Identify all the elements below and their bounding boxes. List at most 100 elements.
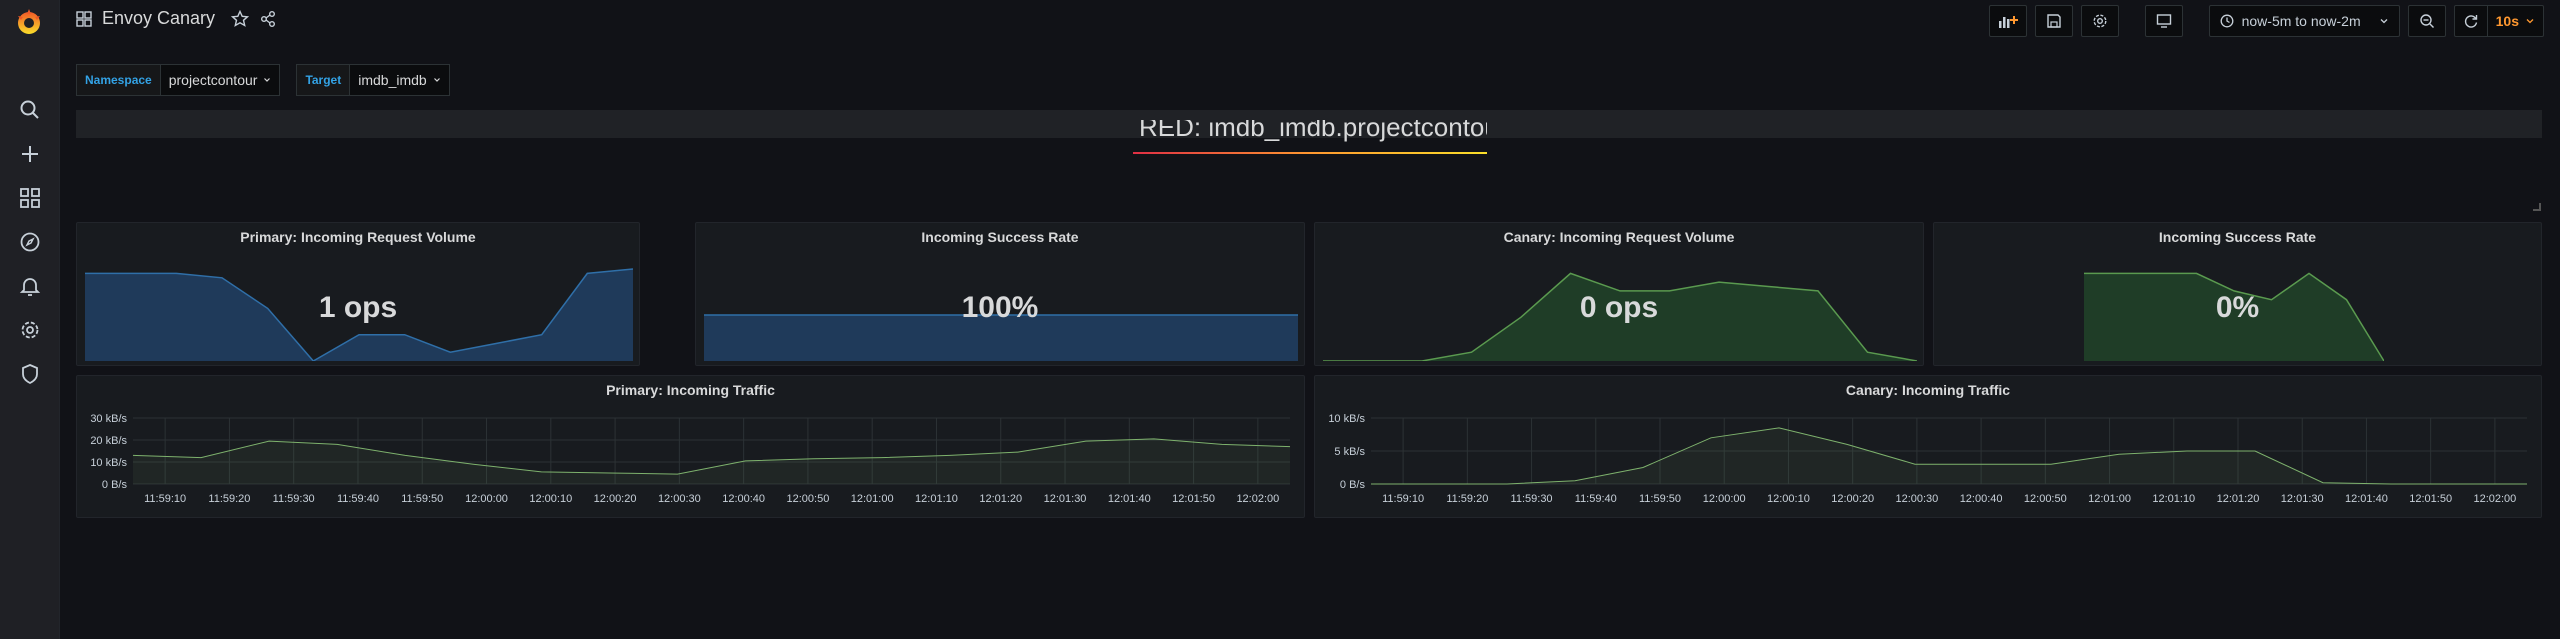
save-icon xyxy=(2046,14,2061,28)
variable-value-select[interactable]: imdb_imdb xyxy=(350,64,450,96)
y-tick-label: 5 kB/s xyxy=(1334,446,1365,458)
row-title-underline xyxy=(1133,152,1487,154)
y-tick-label: 0 B/s xyxy=(102,479,128,491)
x-tick-label: 11:59:50 xyxy=(1639,493,1681,505)
y-tick-label: 30 kB/s xyxy=(90,413,127,425)
refresh-button[interactable] xyxy=(2455,6,2487,36)
dashboard-title[interactable]: Envoy Canary xyxy=(102,8,215,29)
x-tick-label: 12:02:00 xyxy=(2473,493,2516,505)
nav-alerting[interactable] xyxy=(0,266,60,306)
x-tick-label: 12:00:00 xyxy=(465,493,508,505)
nav-explore[interactable] xyxy=(0,222,60,262)
stat-panel-primary-success[interactable]: Incoming Success Rate 100% xyxy=(695,222,1305,366)
share-icon[interactable] xyxy=(259,10,277,28)
stat-panel-canary-volume[interactable]: Canary: Incoming Request Volume 0 ops xyxy=(1314,222,1924,366)
variable-label: Namespace xyxy=(76,64,161,96)
y-tick-label: 10 kB/s xyxy=(1328,413,1365,425)
nav-create[interactable] xyxy=(0,134,60,174)
x-tick-label: 12:01:40 xyxy=(2345,493,2388,505)
x-tick-label: 12:00:00 xyxy=(1703,493,1746,505)
graph-panel-canary-traffic[interactable]: Canary: Incoming Traffic 0 B/s 5 kB/s 10 k… xyxy=(1314,375,2542,518)
series-area xyxy=(133,438,1290,484)
x-tick-label: 12:00:40 xyxy=(1960,493,2003,505)
variable-namespace[interactable]: Namespace projectcontour xyxy=(76,64,281,96)
bell-icon xyxy=(19,278,41,296)
tv-mode-button[interactable] xyxy=(2144,5,2183,37)
refresh-interval-select[interactable]: 10s xyxy=(2486,6,2543,36)
gear-icon xyxy=(21,321,39,339)
stat-panel-primary-volume[interactable]: Primary: Incoming Request Volume 1 ops xyxy=(76,222,640,366)
x-tick-label: 12:00:50 xyxy=(787,493,830,505)
star-icon[interactable] xyxy=(231,9,250,28)
nav-search[interactable] xyxy=(0,90,60,130)
x-tick-label: 12:01:30 xyxy=(2281,493,2324,505)
panel-title: Incoming Success Rate xyxy=(921,229,1079,245)
stat-value: 0% xyxy=(2215,291,2260,324)
x-tick-label: 12:00:30 xyxy=(658,493,701,505)
x-tick-label: 12:01:00 xyxy=(851,493,894,505)
stat-value: 0 ops xyxy=(1579,291,1659,324)
x-tick-label: 12:01:00 xyxy=(2088,493,2131,505)
add-panel-button[interactable] xyxy=(1988,5,2027,37)
refresh-interval-label: 10s xyxy=(2495,13,2519,29)
x-tick-label: 11:59:40 xyxy=(337,493,379,505)
x-tick-label: 12:01:20 xyxy=(2217,493,2260,505)
x-tick-label: 12:00:10 xyxy=(529,493,572,505)
y-tick-label: 20 kB/s xyxy=(90,435,127,447)
chevron-down-icon xyxy=(2526,19,2534,24)
top-navbar: Envoy Canary now-5m to now-2m 10s xyxy=(60,0,2560,44)
monitor-icon xyxy=(2156,14,2171,28)
x-tick-label: 12:00:40 xyxy=(722,493,765,505)
row-title: RED: imdb_imdb.projectcontour xyxy=(1133,120,1487,154)
y-tick-label: 0 B/s xyxy=(1340,479,1366,491)
nav-server-admin[interactable] xyxy=(0,354,60,394)
x-tick-label: 12:00:10 xyxy=(1767,493,1810,505)
x-tick-label: 11:59:10 xyxy=(1382,493,1424,505)
nav-dashboards[interactable] xyxy=(0,178,60,218)
panel-title: Incoming Success Rate xyxy=(2158,229,2317,245)
x-tick-label: 12:01:30 xyxy=(1044,493,1087,505)
nav-configuration[interactable] xyxy=(0,310,60,350)
shield-icon xyxy=(22,364,38,385)
x-tick-label: 11:59:30 xyxy=(273,493,315,505)
stat-value: 100% xyxy=(961,291,1039,324)
x-tick-label: 12:01:40 xyxy=(1108,493,1151,505)
grafana-logo[interactable] xyxy=(13,6,45,38)
x-tick-label: 11:59:40 xyxy=(1575,493,1617,505)
x-tick-label: 12:01:20 xyxy=(979,493,1022,505)
variable-value-select[interactable]: projectcontour xyxy=(160,64,281,96)
chevron-down-icon xyxy=(433,78,440,82)
variable-target[interactable]: Target imdb_imdb xyxy=(296,64,450,96)
zoom-out-button[interactable] xyxy=(2407,5,2446,37)
chevron-down-icon xyxy=(264,78,271,82)
x-tick-label: 12:01:10 xyxy=(915,493,958,505)
save-dashboard-button[interactable] xyxy=(2034,5,2073,37)
time-range-picker[interactable]: now-5m to now-2m xyxy=(2208,5,2400,37)
search-icon xyxy=(20,100,39,119)
time-range-label: now-5m to now-2m xyxy=(2241,13,2361,29)
graph-canary-traffic: 0 B/s 5 kB/s 10 kB/s 11:59:10 11:59:20 11:59:… xyxy=(1328,413,2528,505)
x-tick-label: 12:01:10 xyxy=(2152,493,2195,505)
clock-icon xyxy=(2220,14,2234,28)
series-area xyxy=(1371,427,2527,484)
dashboard-settings-button[interactable] xyxy=(2080,5,2119,37)
variable-value: imdb_imdb xyxy=(358,72,427,88)
chevron-down-icon xyxy=(2380,19,2388,24)
compass-icon xyxy=(20,232,40,252)
x-tick-label: 11:59:50 xyxy=(401,493,443,505)
graph-panel-primary-traffic[interactable]: Primary: Incoming Traffic 0 B/s 10 kB/s 20… xyxy=(76,375,1305,518)
x-tick-label: 12:00:20 xyxy=(594,493,637,505)
x-tick-label: 11:59:20 xyxy=(208,493,250,505)
gear-icon xyxy=(2093,14,2107,28)
stat-value: 1 ops xyxy=(318,291,398,324)
graph-primary-traffic: 0 B/s 10 kB/s 20 kB/s 30 kB/s 11:59:10 11:59:… xyxy=(90,413,1291,505)
sidebar xyxy=(0,0,60,639)
resize-handle[interactable] xyxy=(2533,203,2541,211)
x-tick-label: 11:59:10 xyxy=(144,493,186,505)
stat-panel-canary-success[interactable]: Incoming Success Rate 0% xyxy=(1933,222,2542,366)
refresh-picker[interactable]: 10s xyxy=(2453,5,2544,37)
add-panel-icon xyxy=(1998,16,2018,28)
zoom-out-icon xyxy=(2419,14,2434,28)
row-title-text: RED: imdb_imdb.projectcontour xyxy=(1139,120,1487,142)
dashboard-apps-icon[interactable] xyxy=(76,10,92,27)
